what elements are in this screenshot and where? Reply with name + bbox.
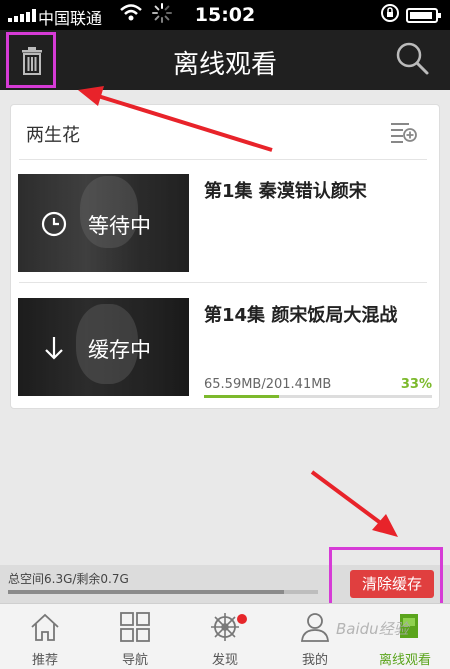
tab-bar: 推荐 导航 发现 我的 离线观看 Baidu经验 [0, 603, 450, 669]
tab-recommend[interactable]: 推荐 [0, 604, 90, 669]
episode-thumbnail[interactable]: 等待中 [18, 174, 189, 272]
home-icon [31, 613, 59, 641]
divider [19, 282, 427, 283]
notification-dot [237, 614, 247, 624]
download-percent: 33% [400, 377, 432, 392]
episode-item[interactable]: 等待中 第1集 秦漠错认颜宋 [18, 174, 436, 274]
episode-thumbnail[interactable]: 缓存中 [18, 298, 189, 396]
episode-title: 第1集 秦漠错认颜宋 [204, 181, 367, 202]
tab-label: 发现 [211, 653, 238, 668]
clear-cache-button[interactable]: 清除缓存 [350, 570, 434, 598]
user-icon [301, 613, 329, 642]
compass-icon [211, 613, 239, 641]
storage-usage-bar [8, 590, 318, 594]
episode-status: 等待中 [88, 214, 151, 238]
app-header: 离线观看 [0, 30, 450, 90]
divider [19, 159, 427, 160]
playlist-add-icon[interactable] [391, 121, 417, 147]
episode-item[interactable]: 缓存中 第14集 颜宋饭局大混战 65.59MB/201.41MB 33% [18, 298, 436, 398]
episode-status: 缓存中 [88, 338, 151, 362]
clock-icon [40, 210, 68, 242]
download-arrow-icon [40, 334, 68, 366]
download-progress-bar [204, 395, 432, 398]
download-progress-fill [204, 395, 280, 398]
page-title: 离线观看 [172, 50, 277, 80]
storage-info: 总空间6.3G/剩余0.7G [8, 572, 129, 586]
storage-usage-fill [8, 590, 284, 594]
search-icon [396, 42, 429, 75]
series-card: 两生花 等待中 第1集 秦漠错认颜宋 缓存中 第14集 颜宋饭局大混战 65.5… [10, 104, 440, 409]
status-bar: 中国联通 15:02 [0, 0, 450, 30]
tab-label: 推荐 [31, 653, 58, 668]
tab-label: 导航 [121, 653, 148, 668]
search-button[interactable] [396, 42, 436, 78]
download-size: 65.59MB/201.41MB [204, 377, 332, 392]
rotation-lock-icon [380, 3, 400, 28]
series-title: 两生花 [26, 125, 80, 146]
tab-label: 我的 [301, 653, 328, 668]
tab-label: 离线观看 [378, 653, 431, 668]
episode-title: 第14集 颜宋饭局大混战 [204, 305, 398, 326]
clear-cache-highlight: 清除缓存 [329, 547, 443, 610]
battery-icon [406, 8, 441, 23]
tab-discover[interactable]: 发现 [180, 604, 270, 669]
grid-icon [120, 612, 150, 642]
watermark: Baidu经验 [336, 620, 409, 638]
tab-navigation[interactable]: 导航 [90, 604, 180, 669]
